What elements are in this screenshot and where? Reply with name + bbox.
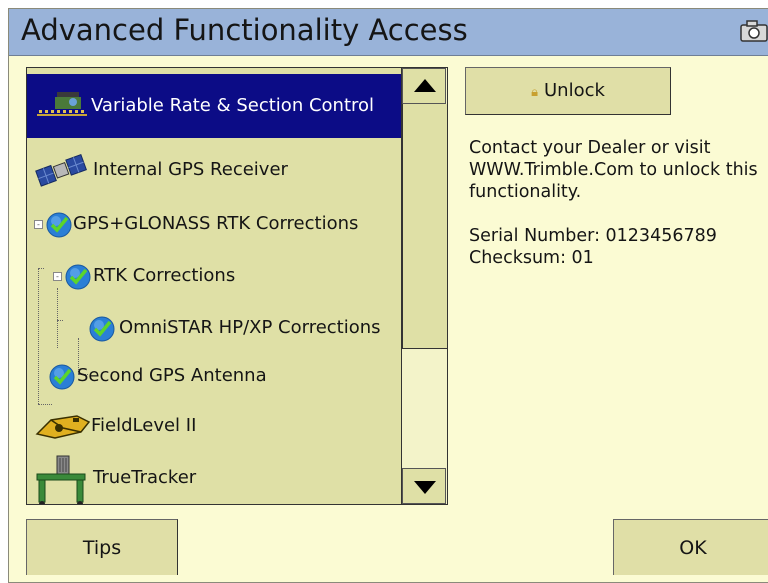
expand-toggle-icon[interactable]: - (53, 272, 62, 281)
feature-item-variable-rate[interactable]: Variable Rate & Section Control (27, 74, 401, 138)
feature-list-rows: Variable Rate & Section Control Internal… (27, 68, 402, 504)
unlock-button[interactable]: 🔒︎ Unlock (465, 67, 671, 115)
arrow-up-icon (414, 79, 436, 92)
title-bar: Advanced Functionality Access (9, 9, 768, 56)
truetracker-icon (36, 455, 86, 504)
unlock-button-label: Unlock (544, 80, 605, 101)
feature-item-fieldlevel[interactable]: FieldLevel II (27, 394, 401, 458)
check-badge-icon (65, 264, 91, 290)
dialog-window: Advanced Functionality Access Variable R… (8, 8, 768, 583)
fieldlevel-icon (35, 415, 91, 439)
scroll-down-button[interactable] (402, 468, 446, 504)
serial-number: Serial Number: 0123456789 (469, 226, 717, 246)
checksum: Checksum: 01 (469, 248, 594, 268)
feature-item-label: TrueTracker (93, 467, 197, 488)
camera-icon[interactable] (739, 19, 768, 43)
scroll-up-button[interactable] (402, 68, 446, 104)
expand-toggle-icon[interactable]: - (34, 220, 43, 229)
feature-item-truetracker[interactable]: TrueTracker (27, 450, 401, 504)
satellite-icon (35, 153, 87, 187)
lock-icon: 🔒︎ (531, 85, 538, 100)
variable-rate-icon (37, 92, 87, 116)
check-badge-icon (89, 316, 115, 342)
contact-text: Contact your Dealer or visit WWW.Trimble… (469, 138, 758, 202)
ok-button[interactable]: OK (613, 519, 768, 575)
check-badge-icon (49, 364, 75, 390)
window-title: Advanced Functionality Access (21, 13, 468, 47)
tips-button[interactable]: Tips (26, 519, 178, 575)
list-scrollbar[interactable] (402, 68, 447, 504)
scrollbar-thumb[interactable] (402, 104, 447, 349)
feature-item-label: Variable Rate & Section Control (91, 95, 375, 116)
info-panel: Contact your Dealer or visit WWW.Trimble… (469, 137, 764, 269)
feature-list[interactable]: Variable Rate & Section Control Internal… (26, 67, 448, 505)
check-badge-icon (46, 212, 72, 238)
arrow-down-icon (414, 481, 436, 494)
feature-item-label: FieldLevel II (91, 415, 197, 436)
